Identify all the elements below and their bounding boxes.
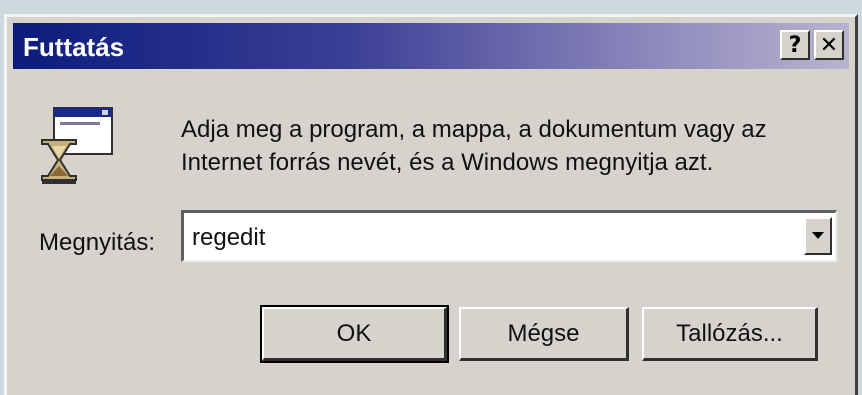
prompt-line-2: Internet forrás nevét, és a Windows megn… — [181, 149, 714, 176]
browse-button[interactable]: Tallózás... — [642, 307, 818, 361]
prompt-line-1: Adja meg a program, a mappa, a dokumentu… — [181, 116, 767, 143]
open-input[interactable]: regedit — [192, 224, 265, 252]
window-title: Futtatás — [23, 32, 125, 62]
cancel-button[interactable]: Mégse — [459, 307, 629, 361]
open-combobox[interactable]: regedit — [181, 210, 837, 262]
title-bar[interactable]: Futtatás ? ✕ — [13, 23, 849, 69]
run-program-icon — [41, 107, 113, 184]
prompt-text: Adja meg a program, a mappa, a dokumentu… — [181, 113, 767, 179]
dropdown-button[interactable] — [804, 217, 832, 255]
ok-button[interactable]: OK — [260, 305, 449, 363]
help-button[interactable]: ? — [780, 30, 810, 60]
open-label: Megnyitás: — [39, 229, 156, 256]
close-button[interactable]: ✕ — [814, 30, 844, 60]
chevron-down-icon — [812, 232, 824, 239]
